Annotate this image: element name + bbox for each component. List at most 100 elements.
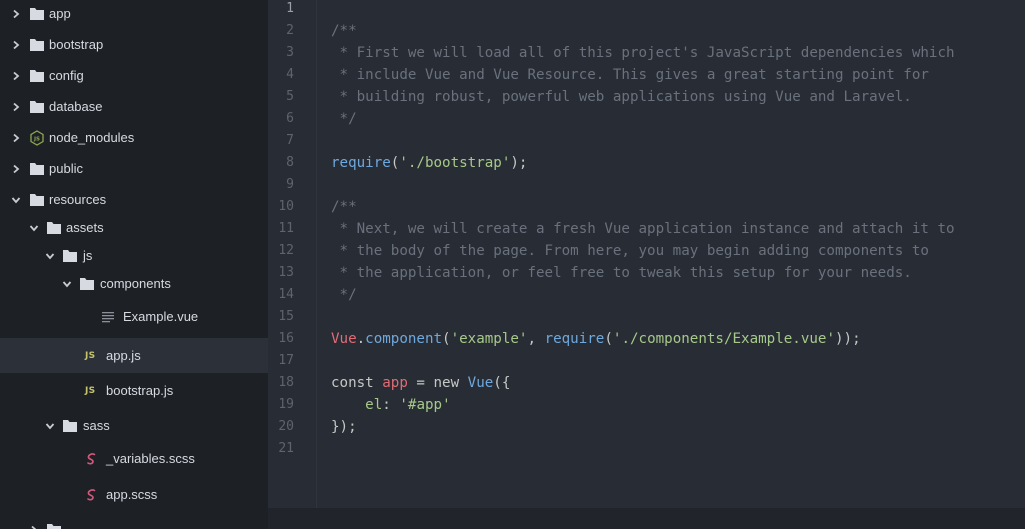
tree-item-label: components <box>100 276 171 291</box>
code-token: = <box>407 375 434 391</box>
tree-item-app-js[interactable]: JS app.js <box>0 338 268 373</box>
tree-item-components[interactable]: components <box>0 269 268 299</box>
tree-item-app[interactable]: app <box>0 0 268 29</box>
tree-item-node-modules[interactable]: JS node_modules <box>0 123 268 153</box>
folder-open-icon <box>79 277 95 291</box>
code-token: * Next, we will create a fresh Vue appli… <box>331 221 955 237</box>
chevron-down-icon[interactable] <box>45 251 55 261</box>
code-token: new <box>433 375 468 391</box>
code-line: Vue.component('example', require('./comp… <box>331 328 861 350</box>
code-line: /** <box>331 20 357 42</box>
code-line: * Next, we will create a fresh Vue appli… <box>331 218 955 240</box>
line-number: 2 <box>286 23 294 38</box>
chevron-right-icon[interactable] <box>29 525 39 529</box>
code-token: require <box>331 155 391 171</box>
code-token: ( <box>604 331 613 347</box>
line-number: 21 <box>278 441 294 456</box>
code-token: require <box>544 331 605 347</box>
line-number: 19 <box>278 397 294 412</box>
code-token: * the application, or feel free to tweak… <box>331 265 912 281</box>
code-line: * First we will load all of this project… <box>331 42 955 64</box>
editor-bottom-bar <box>268 508 1025 529</box>
code-line: /** <box>331 196 357 218</box>
code-token: '#app' <box>399 397 451 413</box>
tree-item-public[interactable]: public <box>0 154 268 184</box>
nodejs-icon: JS <box>29 130 45 146</box>
line-number: 8 <box>286 155 294 170</box>
tree-item-label: database <box>49 99 103 114</box>
line-number: 4 <box>286 67 294 82</box>
chevron-right-icon[interactable] <box>11 40 21 50</box>
tree-item-label: bootstrap.js <box>106 383 174 398</box>
line-number: 18 <box>278 375 294 390</box>
code-line: el: '#app' <box>331 394 451 416</box>
code-token: ); <box>510 155 528 171</box>
tree-item-bootstrap-js[interactable]: JS bootstrap.js <box>0 376 268 406</box>
chevron-right-icon[interactable] <box>11 9 21 19</box>
tree-item-assets[interactable]: assets <box>0 213 268 243</box>
code-line: */ <box>331 108 357 130</box>
code-token: /** <box>331 199 357 215</box>
line-number: 17 <box>278 353 294 368</box>
line-number: 3 <box>286 45 294 60</box>
code-token: */ <box>331 287 357 303</box>
chevron-down-icon[interactable] <box>62 279 72 289</box>
code-token: * First we will load all of this project… <box>331 45 955 61</box>
chevron-down-icon[interactable] <box>29 223 39 233</box>
tree-item-config[interactable]: config <box>0 61 268 91</box>
tree-item-partial[interactable] <box>0 515 268 529</box>
line-number: 10 <box>278 199 294 214</box>
line-number: 11 <box>278 221 294 236</box>
code-token: : <box>382 397 400 413</box>
chevron-right-icon[interactable] <box>11 71 21 81</box>
tree-item-app-scss[interactable]: app.scss <box>0 480 268 510</box>
file-tree-sidebar: app bootstrap config database JS node_mo… <box>0 0 268 529</box>
code-token: )); <box>835 331 861 347</box>
js-file-icon: JS <box>85 386 96 396</box>
tree-item-label: app.js <box>106 347 141 363</box>
chevron-right-icon[interactable] <box>11 164 21 174</box>
code-token: 'example' <box>450 331 528 347</box>
tree-item-js[interactable]: js <box>0 241 268 271</box>
code-line: * building robust, powerful web applicat… <box>331 86 912 108</box>
code-token: /** <box>331 23 357 39</box>
line-number: 14 <box>278 287 294 302</box>
code-token: * building robust, powerful web applicat… <box>331 89 912 105</box>
tree-item-label: public <box>49 161 83 176</box>
code-token: Vue <box>331 331 357 347</box>
code-token: './bootstrap' <box>399 155 511 171</box>
tree-item-label: js <box>83 248 93 263</box>
code-token: Vue <box>467 375 494 391</box>
chevron-right-icon[interactable] <box>11 133 21 143</box>
file-text-icon <box>102 311 114 323</box>
chevron-right-icon[interactable] <box>11 102 21 112</box>
chevron-down-icon[interactable] <box>45 421 55 431</box>
sass-file-icon <box>85 488 99 502</box>
tree-item-database[interactable]: database <box>0 92 268 122</box>
code-token: * include Vue and Vue Resource. This giv… <box>331 67 929 83</box>
code-token: ({ <box>493 375 511 391</box>
code-token: ( <box>442 331 451 347</box>
chevron-down-icon[interactable] <box>11 195 21 205</box>
code-text-area[interactable]: /** * First we will load all of this pro… <box>316 0 1025 508</box>
code-token: const <box>331 375 383 391</box>
tree-item-sass[interactable]: sass <box>0 411 268 441</box>
code-line: * include Vue and Vue Resource. This giv… <box>331 64 929 86</box>
folder-icon <box>29 38 45 52</box>
tree-item-resources[interactable]: resources <box>0 185 268 215</box>
code-line: * the application, or feel free to tweak… <box>331 262 912 284</box>
tree-item-example-vue[interactable]: Example.vue <box>0 302 268 332</box>
line-number: 1 <box>286 1 294 16</box>
tree-item-label: app.scss <box>106 487 158 502</box>
folder-icon <box>29 100 45 114</box>
svg-text:JS: JS <box>33 137 40 143</box>
tree-item-label: config <box>49 68 84 83</box>
tree-item-variables-scss[interactable]: _variables.scss <box>0 444 268 474</box>
sass-file-icon <box>85 452 99 466</box>
tree-item-bootstrap[interactable]: bootstrap <box>0 30 268 60</box>
code-editor[interactable]: 1 2 3 4 5 6 7 8 9 10 11 12 13 14 15 16 17 18 19 20 21 /** * … <box>268 0 1025 529</box>
tree-item-label: assets <box>66 220 104 235</box>
code-line: * the body of the page. From here, you m… <box>331 240 929 262</box>
tree-item-label: bootstrap <box>49 37 104 52</box>
